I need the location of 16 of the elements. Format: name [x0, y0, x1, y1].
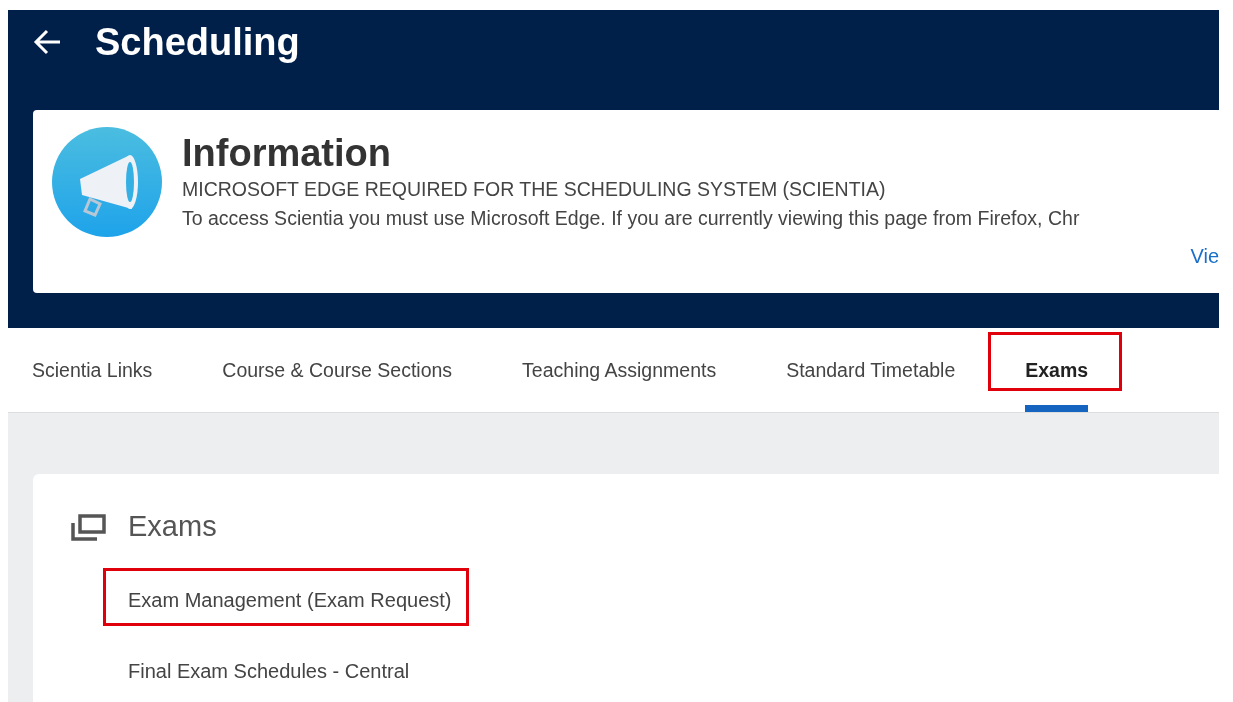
- exam-link[interactable]: Final Exam Schedules - Central: [128, 660, 410, 683]
- view-link[interactable]: Vie: [1190, 245, 1219, 268]
- page-title: Scheduling: [95, 20, 300, 64]
- announcement-text: To access Scientia you must use Microsoft Edge. If you are currently viewing this page from Firefox, Chr: [182, 206, 1081, 231]
- tab[interactable]: Teaching Assignments: [522, 328, 717, 412]
- tab[interactable]: Scientia Links: [32, 328, 153, 412]
- section-title: Exams: [128, 510, 217, 543]
- exam-link[interactable]: Exam Management (Exam Request): [128, 589, 452, 612]
- tab[interactable]: Course & Course Sections: [222, 328, 453, 412]
- back-arrow-icon[interactable]: [33, 29, 61, 55]
- announcement-heading: MICROSOFT EDGE REQUIRED FOR THE SCHEDULING SYSTEM (SCIENTIA): [182, 177, 887, 202]
- tab[interactable]: Standard Timetable: [786, 328, 956, 412]
- windows-icon: [70, 512, 106, 541]
- tab[interactable]: Exams: [1025, 328, 1089, 412]
- announcement-title: Information: [182, 131, 392, 175]
- megaphone-icon: [52, 127, 162, 237]
